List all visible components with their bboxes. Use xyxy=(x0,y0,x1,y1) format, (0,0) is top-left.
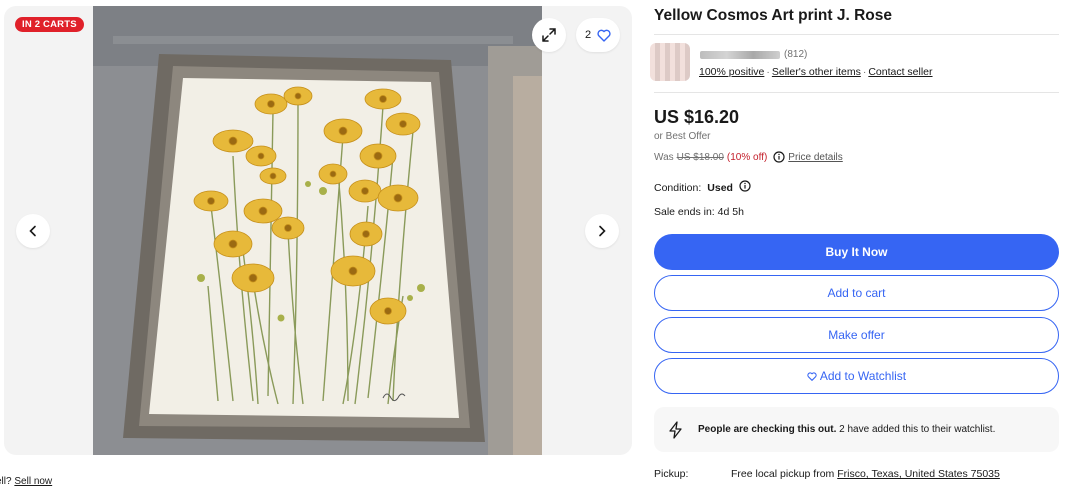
add-to-watchlist-button[interactable]: Add to Watchlist xyxy=(654,358,1059,394)
watchlist-label: Add to Watchlist xyxy=(819,369,907,383)
in-carts-badge: IN 2 CARTS xyxy=(15,17,84,32)
product-photo[interactable] xyxy=(93,6,542,455)
divider xyxy=(654,34,1059,35)
best-offer-text: or Best Offer xyxy=(654,131,711,142)
watch-count: 2 xyxy=(584,29,592,41)
framed-cosmos-print-image xyxy=(93,6,542,455)
sale-ends-value: 4d 5h xyxy=(717,206,744,218)
positive-feedback-link[interactable]: 100% positive xyxy=(699,66,764,78)
sale-ends-label: Sale ends in: xyxy=(654,206,715,218)
watch-count-button[interactable]: 2 xyxy=(576,18,620,52)
divider xyxy=(654,92,1059,93)
condition-row: Condition: Used xyxy=(654,180,751,195)
activity-rest: 2 have added this to their watchlist. xyxy=(839,424,996,435)
sell-note-prefix: ell? xyxy=(0,476,12,486)
pickup-location-link[interactable]: Frisco, Texas, United States 75035 xyxy=(837,468,1000,480)
was-label: Was xyxy=(654,151,674,163)
seller-name-row: (812) xyxy=(700,49,807,60)
sell-now-link[interactable]: Sell now xyxy=(14,476,52,486)
pickup-prefix: Free local pickup from xyxy=(731,468,835,480)
chevron-right-icon xyxy=(599,225,606,237)
expand-image-button[interactable] xyxy=(532,18,566,52)
discount-percent: (10% off) xyxy=(726,151,768,163)
heart-icon xyxy=(597,29,611,42)
seller-name-blurred[interactable] xyxy=(700,50,780,59)
sale-ends-row: Sale ends in: 4d 5h xyxy=(654,206,744,218)
activity-bold: People are checking this out. xyxy=(698,424,837,435)
listing-title: Yellow Cosmos Art print J. Rose xyxy=(654,7,893,24)
make-offer-button[interactable]: Make offer xyxy=(654,317,1059,353)
was-price-row: Was US $18.00 (10% off) Price details xyxy=(654,151,843,163)
seller-feedback-count: (812) xyxy=(784,49,808,60)
seller-avatar[interactable] xyxy=(650,43,690,81)
next-image-button[interactable] xyxy=(585,214,619,248)
price: US $16.20 xyxy=(654,107,740,127)
pickup-row: Pickup: Free local pickup from Frisco, T… xyxy=(654,468,1000,480)
image-gallery: IN 2 CARTS 2 xyxy=(4,6,632,455)
add-to-cart-button[interactable]: Add to cart xyxy=(654,275,1059,311)
condition-value: Used xyxy=(707,181,733,194)
info-icon[interactable] xyxy=(773,151,785,163)
info-icon[interactable] xyxy=(739,180,751,195)
condition-label: Condition: xyxy=(654,181,702,194)
heart-icon xyxy=(807,371,817,381)
activity-text: People are checking this out. 2 have add… xyxy=(698,424,995,435)
expand-icon xyxy=(542,28,556,42)
chevron-left-icon xyxy=(29,225,36,237)
pickup-label: Pickup: xyxy=(654,468,689,480)
seller-links: 100% positive · Seller's other items · Conta… xyxy=(699,66,933,78)
previous-image-button[interactable] xyxy=(16,214,50,248)
was-price: US $18.00 xyxy=(676,151,724,163)
price-details-link[interactable]: Price details xyxy=(788,152,842,163)
sellers-other-items-link[interactable]: Seller's other items xyxy=(772,66,861,78)
buy-it-now-button[interactable]: Buy It Now xyxy=(654,234,1059,270)
contact-seller-link[interactable]: Contact seller xyxy=(868,66,932,78)
activity-notice: People are checking this out. 2 have add… xyxy=(654,407,1059,452)
lightning-icon xyxy=(669,420,682,439)
sell-one-like-this: ell? Sell now xyxy=(0,476,52,486)
